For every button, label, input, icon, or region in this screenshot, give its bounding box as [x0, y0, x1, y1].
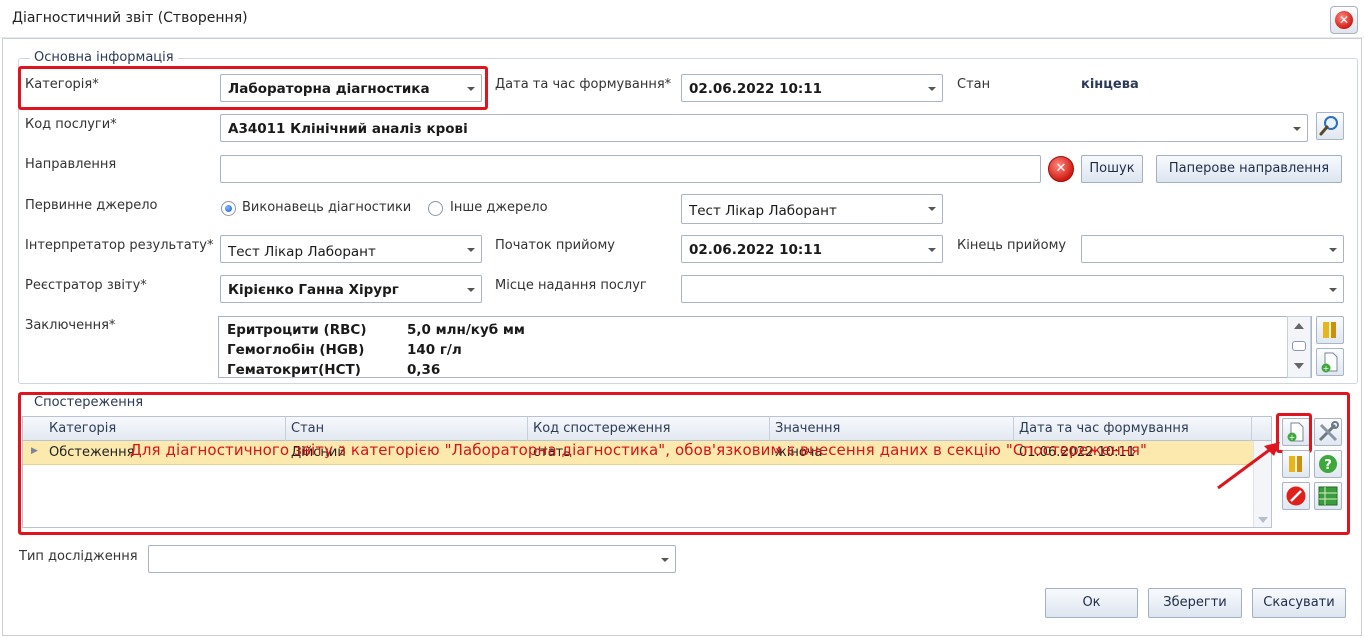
formed-at-picker[interactable]: 02.06.2022 10:11 [681, 74, 943, 102]
visit-start-label: Початок прийому [495, 238, 615, 253]
status-value: кінцева [1081, 77, 1139, 92]
help-refresh-icon: ? [1319, 455, 1337, 473]
chevron-down-icon [1329, 288, 1337, 292]
service-code-select[interactable]: A34011 Клінічний аналіз крові [220, 114, 1308, 142]
book-icon [1289, 456, 1302, 472]
referral-search-button[interactable]: Пошук [1081, 155, 1143, 183]
chevron-down-icon [928, 248, 936, 252]
referral-input[interactable] [220, 155, 1041, 183]
delete-observation-button[interactable] [1282, 482, 1310, 510]
service-code-value: A34011 Клінічний аналіз крові [228, 121, 468, 137]
cell-category: Обстеження [49, 445, 135, 460]
save-button[interactable]: Зберегти [1148, 588, 1242, 618]
conclusion-line: Гемоглобін (HGB) 140 г/л [227, 342, 462, 358]
delete-icon [1286, 486, 1306, 506]
radio-other-label: Інше джерело [450, 200, 548, 215]
title-bar: Діагностичний звіт (Створення) ✕ [0, 0, 1364, 38]
svg-text:+: + [1323, 364, 1330, 373]
observation-book-button[interactable] [1282, 450, 1310, 478]
column-header-category[interactable]: Категорія [49, 421, 116, 436]
edit-tools-button[interactable] [1314, 418, 1342, 446]
chevron-down-icon [928, 207, 936, 211]
column-header-status[interactable]: Стан [291, 421, 324, 436]
service-code-label: Код послуги* [25, 117, 117, 132]
close-button[interactable]: ✕ [1330, 6, 1358, 34]
chevron-down-icon [661, 558, 669, 562]
interpreter-select[interactable]: Тест Лікар Лаборант [220, 235, 482, 263]
scroll-down-icon[interactable] [1294, 363, 1304, 369]
ok-button[interactable]: Ок [1045, 588, 1138, 618]
conclusion-line: Гематокрит(HCT) 0,36 [227, 362, 441, 378]
primary-source-label: Первинне джерело [25, 198, 158, 213]
annotation-note: Для діагностичного звіту з категорією "Л… [130, 441, 1147, 459]
radio-other-source[interactable] [428, 201, 443, 216]
svg-text:?: ? [1324, 458, 1332, 473]
service-place-label: Місце надання послуг [495, 278, 647, 293]
study-type-select[interactable] [148, 545, 676, 573]
conclusion-label: Заключення* [25, 318, 116, 333]
cancel-button[interactable]: Скасувати [1252, 588, 1346, 618]
visit-start-picker[interactable]: 02.06.2022 10:11 [681, 235, 943, 263]
add-observation-highlight [1276, 413, 1312, 453]
column-header-value[interactable]: Значення [775, 421, 840, 436]
magnifier-icon [1319, 116, 1338, 136]
conclusion-memo[interactable]: Еритроцити (RBC) 5,0 млн/куб мм Гемоглобі… [218, 316, 1312, 378]
conclusion-scrollbar[interactable] [1287, 316, 1311, 378]
formed-at-value: 02.06.2022 10:11 [689, 81, 823, 97]
observations-grid: Категорія Стан Код спостереження Значенн… [22, 416, 1272, 528]
formed-at-label: Дата та час формування* [495, 77, 672, 92]
primary-source-select[interactable]: Тест Лікар Лаборант [681, 194, 943, 224]
column-header-formed-at[interactable]: Дата та час формування [1019, 421, 1189, 436]
templates-book-button[interactable] [1316, 316, 1344, 344]
visit-start-value: 02.06.2022 10:11 [689, 242, 823, 258]
registrar-select[interactable]: Кірієнко Ганна Хірург [220, 275, 482, 303]
add-document-icon: + [1321, 352, 1338, 373]
registrar-value: Кірієнко Ганна Хірург [228, 282, 399, 298]
conclusion-line: Еритроцити (RBC) 5,0 млн/куб мм [227, 322, 525, 338]
visit-end-label: Кінець прийому [957, 238, 1067, 253]
referral-label: Направлення [25, 157, 117, 172]
chevron-down-icon [1329, 248, 1337, 252]
interpreter-value: Тест Лікар Лаборант [228, 244, 376, 260]
add-document-button[interactable]: + [1316, 348, 1344, 376]
status-label: Стан [957, 77, 991, 92]
scroll-up-icon[interactable] [1294, 323, 1304, 329]
chevron-down-icon [467, 288, 475, 292]
paper-referral-button[interactable]: Паперове направлення [1156, 155, 1342, 183]
study-type-label: Тип дослідження [19, 549, 138, 564]
registrar-label: Реєстратор звіту* [25, 278, 147, 293]
row-indicator-icon: ▶ [31, 446, 38, 456]
close-icon: ✕ [1335, 11, 1353, 29]
clear-referral-icon[interactable]: ✕ [1048, 156, 1074, 182]
chevron-down-icon [467, 248, 475, 252]
grid-header: Категорія Стан Код спостереження Значенн… [23, 417, 1271, 441]
interpreter-label: Інтерпретатор результату* [25, 238, 214, 253]
radio-executor-label: Виконавець діагностики [242, 200, 412, 215]
table-icon [1318, 486, 1338, 506]
service-place-select[interactable] [681, 275, 1344, 303]
chevron-down-icon [1293, 127, 1301, 131]
main-info-legend: Основна інформація [30, 50, 178, 65]
visit-end-picker[interactable] [1081, 235, 1344, 263]
chevron-down-icon [928, 87, 936, 91]
radio-executor[interactable] [221, 201, 236, 216]
help-refresh-button[interactable]: ? [1314, 450, 1342, 478]
primary-source-value: Тест Лікар Лаборант [689, 203, 837, 219]
window-title: Діагностичний звіт (Створення) [12, 10, 248, 26]
book-icon [1323, 322, 1336, 338]
scroll-down-icon[interactable] [1258, 517, 1268, 523]
category-highlight [18, 66, 488, 110]
service-search-button[interactable] [1316, 112, 1344, 140]
tools-icon [1318, 421, 1339, 442]
column-header-code[interactable]: Код спостереження [533, 421, 670, 436]
observations-legend: Спостереження [30, 395, 148, 410]
scroll-thumb[interactable] [1292, 341, 1306, 351]
table-view-button[interactable] [1314, 482, 1342, 510]
